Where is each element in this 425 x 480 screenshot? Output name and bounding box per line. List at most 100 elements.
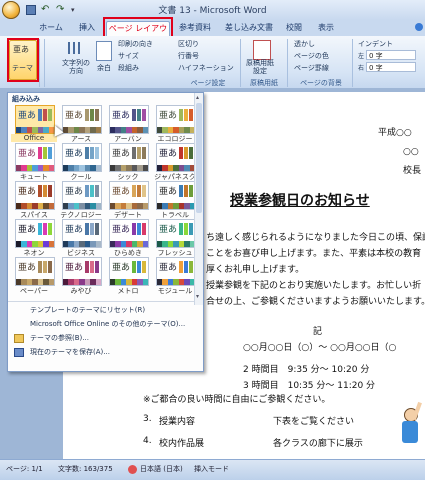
page-color-button[interactable]: ページの色 xyxy=(294,51,329,61)
themes-highlight xyxy=(7,38,39,82)
theme-thumbnail[interactable]: 亜あ xyxy=(15,105,55,134)
print-orientation-button[interactable]: 印刷の向き xyxy=(118,39,153,49)
proofing-icon[interactable] xyxy=(128,465,137,474)
doc-para5: 合せの上、ご参観くださいますようお願いいたします。 xyxy=(206,297,425,307)
undo-icon[interactable]: ↶ xyxy=(41,5,51,15)
text-direction-label[interactable]: 文字列の 方向 xyxy=(62,59,90,75)
folder-icon xyxy=(14,334,24,343)
status-page[interactable]: ページ: 1/1 xyxy=(6,464,43,474)
tab-mailings[interactable]: 差し込み文書 xyxy=(222,21,276,35)
menu-separator xyxy=(8,301,203,302)
theme-sample-bars xyxy=(179,223,193,235)
theme-thumbnail[interactable]: 亜あ xyxy=(109,181,149,210)
theme-thumbnail[interactable]: 亜あ xyxy=(62,105,102,134)
indent-left-input[interactable]: 0 字 xyxy=(366,50,416,60)
doc-item3-no: 3. xyxy=(143,414,152,424)
status-language[interactable]: 日本語 (日本) xyxy=(140,464,183,474)
menu-reset-theme[interactable]: テンプレートのテーマにリセット(R) xyxy=(8,304,203,317)
theme-sample-text: 亜あ xyxy=(112,263,131,273)
theme-thumbnail[interactable]: 亜あ xyxy=(156,219,196,248)
hyphenation-button[interactable]: ハイフネーション xyxy=(178,63,234,73)
manuscript-label[interactable]: 原稿用紙 設定 xyxy=(246,59,274,75)
theme-sample-bars xyxy=(132,261,146,273)
watermark-button[interactable]: 透かし xyxy=(294,39,315,49)
margins-icon[interactable] xyxy=(96,41,112,61)
customize-qat-icon[interactable]: ▾ xyxy=(71,5,81,15)
theme-thumbnail[interactable]: 亜あ xyxy=(109,105,149,134)
tab-review[interactable]: 校閲 xyxy=(283,21,305,35)
theme-thumbnail[interactable]: 亜あ xyxy=(15,257,55,286)
menu-browse-themes[interactable]: テーマの参照(B)... xyxy=(8,332,203,345)
tab-insert[interactable]: 挿入 xyxy=(74,21,100,35)
theme-thumbnail[interactable]: 亜あ xyxy=(15,181,55,210)
theme-name-label: ペーパー xyxy=(20,287,48,295)
theme-color-strip xyxy=(157,203,195,209)
theme-sample-text: 亜あ xyxy=(18,263,37,273)
theme-thumbnail[interactable]: 亜あ xyxy=(109,219,149,248)
size-button[interactable]: サイズ xyxy=(118,51,139,61)
scroll-up-icon[interactable]: ▴ xyxy=(196,94,202,102)
doc-principal: 校長 xyxy=(403,166,422,176)
manuscript-icon[interactable] xyxy=(253,40,271,60)
tab-references[interactable]: 参考資料 xyxy=(176,21,214,35)
theme-color-strip xyxy=(110,279,148,285)
breaks-button[interactable]: 区切り xyxy=(178,39,199,49)
indent-label: インデント xyxy=(358,40,393,48)
theme-thumbnail[interactable]: 亜あ xyxy=(62,181,102,210)
theme-sample-text: 亜あ xyxy=(65,111,84,121)
quick-access-toolbar: ↶ ↷ ▾ xyxy=(26,4,81,16)
doc-org: ○○ xyxy=(403,147,419,157)
theme-thumbnail[interactable]: 亜あ xyxy=(62,143,102,172)
scroll-down-icon[interactable]: ▾ xyxy=(196,293,202,301)
theme-sample-bars xyxy=(38,223,52,235)
theme-sample-text: 亜あ xyxy=(159,111,178,121)
theme-gallery-panel: 組み込み テンプレートのテーマにリセット(R) Microsoft Office… xyxy=(7,92,204,372)
theme-thumbnail[interactable]: 亜あ xyxy=(109,257,149,286)
theme-thumbnail[interactable]: 亜あ xyxy=(156,143,196,172)
help-icon[interactable] xyxy=(415,23,423,31)
doc-para4: 授業参観を下記のとおり実施いたします。お忙しい折 xyxy=(206,281,422,291)
theme-color-strip xyxy=(157,127,195,133)
theme-thumbnail[interactable]: 亜あ xyxy=(156,181,196,210)
theme-thumbnail[interactable]: 亜あ xyxy=(62,257,102,286)
theme-sample-bars xyxy=(38,261,52,273)
theme-sample-bars xyxy=(38,109,52,121)
status-words[interactable]: 文字数: 163/375 xyxy=(58,464,113,474)
office-button[interactable] xyxy=(2,1,20,19)
tab-view[interactable]: 表示 xyxy=(313,21,339,35)
theme-sample-bars xyxy=(38,185,52,197)
status-mode[interactable]: 挿入モード xyxy=(194,464,229,474)
columns-button[interactable]: 段組み xyxy=(118,63,139,73)
theme-sample-bars xyxy=(132,223,146,235)
theme-thumbnail[interactable]: 亜あ xyxy=(62,219,102,248)
theme-sample-text: 亜あ xyxy=(18,149,37,159)
theme-thumbnail[interactable]: 亜あ xyxy=(15,219,55,248)
theme-color-strip xyxy=(157,241,195,247)
text-direction-icon[interactable] xyxy=(64,40,86,58)
margins-label[interactable]: 余白 xyxy=(97,63,111,73)
page-borders-button[interactable]: ページ罫線 xyxy=(294,63,329,73)
theme-name-label: みやび xyxy=(70,287,92,295)
tab-home[interactable]: ホーム xyxy=(34,21,68,35)
ribbon-tabs: ホーム 挿入 ページ レイアウト 参考資料 差し込み文書 校閲 表示 xyxy=(0,20,425,47)
theme-color-strip xyxy=(63,203,101,209)
gallery-scrollbar[interactable]: ▴ ▾ xyxy=(194,93,203,305)
background-group-label: ページの背景 xyxy=(300,79,342,87)
save-icon[interactable] xyxy=(26,5,36,15)
scrollbar-thumb[interactable] xyxy=(196,103,202,213)
theme-color-strip xyxy=(157,165,195,171)
menu-more-themes-online[interactable]: Microsoft Office Online のその他のテーマ(O)... xyxy=(8,318,203,331)
theme-sample-bars xyxy=(132,147,146,159)
theme-sample-text: 亜あ xyxy=(18,225,37,235)
line-numbers-button[interactable]: 行番号 xyxy=(178,51,199,61)
theme-thumbnail[interactable]: 亜あ xyxy=(156,105,196,134)
doc-item4-val: 各クラスの廊下に展示 xyxy=(273,439,363,449)
redo-icon[interactable]: ↷ xyxy=(56,5,66,15)
theme-sample-bars xyxy=(132,109,146,121)
indent-right-input[interactable]: 0 字 xyxy=(366,62,416,72)
doc-date-line: ○○月○○日（○）～ ○○月○○日（○ xyxy=(243,343,397,353)
theme-thumbnail[interactable]: 亜あ xyxy=(156,257,196,286)
theme-thumbnail[interactable]: 亜あ xyxy=(109,143,149,172)
theme-thumbnail[interactable]: 亜あ xyxy=(15,143,55,172)
menu-save-current-theme[interactable]: 現在のテーマを保存(A)... xyxy=(8,346,203,359)
